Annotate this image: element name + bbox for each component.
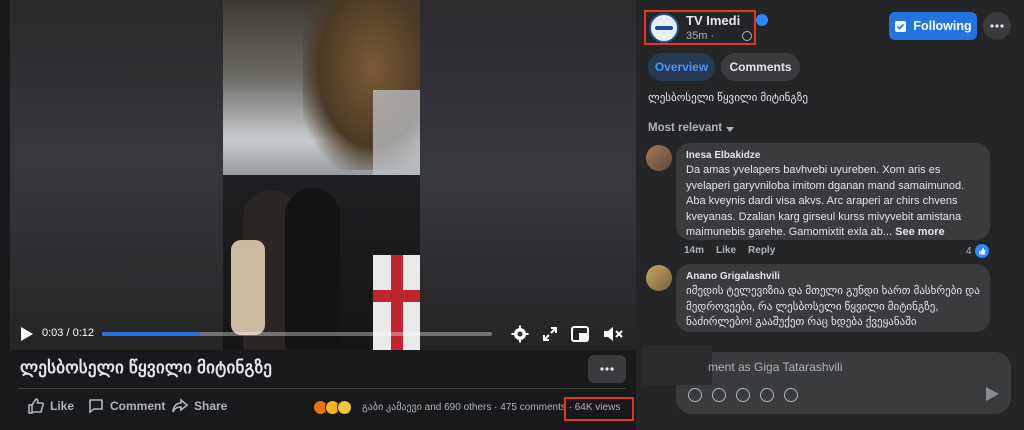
comment-text: Da amas yvelapers bavhvebi uyureben. Xom…: [686, 163, 980, 241]
sad-reaction-icon: [337, 400, 352, 415]
comment-label: Comment: [110, 399, 166, 413]
post-description: ლესბოსელი წყვილი მიტინგზე: [648, 92, 808, 104]
page-header-highlight-box: [644, 10, 756, 45]
post-viewer: 0:03 / 0:12 ლესბოსელი წყვილი მიტინგზე Li…: [0, 0, 636, 430]
comment-icon: [89, 399, 103, 414]
play-button[interactable]: [18, 324, 36, 344]
see-more-link[interactable]: See more: [895, 226, 945, 238]
post-sidebar: TV Imedi 35m · Following Overview Commen…: [636, 0, 1024, 430]
post-more-button[interactable]: [588, 355, 626, 383]
page-more-button[interactable]: [983, 12, 1011, 40]
like-button[interactable]: Like: [28, 398, 74, 414]
comment-reaction-number: 4: [966, 245, 972, 257]
emoji-icon[interactable]: [712, 388, 726, 402]
avatar-sticker-icon[interactable]: [688, 388, 702, 402]
video-backdrop-right: [420, 0, 636, 350]
settings-button[interactable]: [510, 323, 530, 345]
video-progress-bar[interactable]: [102, 332, 492, 336]
comment-bubble: Inesa Elbakidze Da amas yvelapers bavhve…: [676, 143, 990, 240]
tab-comments[interactable]: Comments: [721, 53, 800, 81]
share-icon: [172, 398, 188, 413]
share-button[interactable]: Share: [172, 398, 227, 414]
gear-icon: [511, 325, 529, 343]
caret-down-icon: [726, 127, 734, 132]
video-time: 0:03 / 0:12: [42, 327, 94, 339]
comment-avatar[interactable]: [646, 145, 672, 171]
expand-icon: [543, 327, 557, 341]
comment-meta: 14m Like Reply: [684, 245, 775, 256]
composer-tools: [688, 388, 798, 402]
reaction-summary[interactable]: [313, 400, 352, 415]
picture-in-picture-button[interactable]: [570, 324, 590, 344]
more-icon: [990, 24, 1004, 28]
following-button[interactable]: Following: [889, 12, 977, 40]
following-label: Following: [913, 19, 972, 33]
video-player[interactable]: [10, 0, 636, 350]
post-action-bar: Like Comment Share გაბი კამაევი and 690 …: [0, 392, 636, 424]
play-icon: [21, 327, 33, 341]
send-icon[interactable]: [986, 387, 999, 401]
picture-in-picture-icon: [571, 326, 589, 342]
comment-reaction-count[interactable]: 4: [966, 244, 989, 258]
comment-time[interactable]: 14m: [684, 245, 704, 256]
comment-input[interactable]: ment as Giga Tatarashvili: [708, 360, 843, 374]
comment-body: იმედის ტელევიზია და მთელი გუნდი ხართ მას…: [686, 285, 980, 328]
like-icon: [28, 398, 44, 414]
more-icon: [600, 367, 614, 371]
like-label: Like: [50, 399, 75, 413]
camera-icon[interactable]: [736, 388, 750, 402]
video-controls: 0:03 / 0:12: [10, 318, 636, 350]
video-progress-fill: [102, 332, 200, 336]
share-label: Share: [194, 399, 228, 413]
video-backdrop-left: [10, 0, 223, 350]
fullscreen-button[interactable]: [540, 324, 560, 344]
composer-avatar-placeholder: [642, 345, 712, 385]
verified-icon: [756, 14, 768, 26]
comment-author[interactable]: Anano Grigalashvili: [686, 271, 980, 282]
comment-like-button[interactable]: Like: [716, 245, 736, 256]
post-title: ლესბოსელი წყვილი მიტინგზე: [20, 358, 273, 377]
gif-icon[interactable]: [760, 388, 774, 402]
tab-overview[interactable]: Overview: [648, 53, 715, 81]
comment-sort-dropdown[interactable]: Most relevant: [648, 122, 722, 134]
comment-bubble: Anano Grigalashvili იმედის ტელევიზია და …: [676, 264, 990, 332]
following-icon: [895, 20, 907, 32]
divider: [18, 388, 626, 389]
mute-button[interactable]: [602, 324, 624, 344]
comment-author[interactable]: Inesa Elbakidze: [686, 150, 980, 161]
views-highlight-box: [564, 397, 634, 421]
mute-icon: [604, 327, 623, 341]
video-frame[interactable]: [223, 0, 420, 350]
sticker-icon[interactable]: [784, 388, 798, 402]
comment-avatar[interactable]: [646, 265, 672, 291]
comment-reply-button[interactable]: Reply: [748, 245, 775, 256]
comment-button[interactable]: Comment: [88, 398, 165, 414]
like-reaction-icon: [974, 244, 989, 258]
